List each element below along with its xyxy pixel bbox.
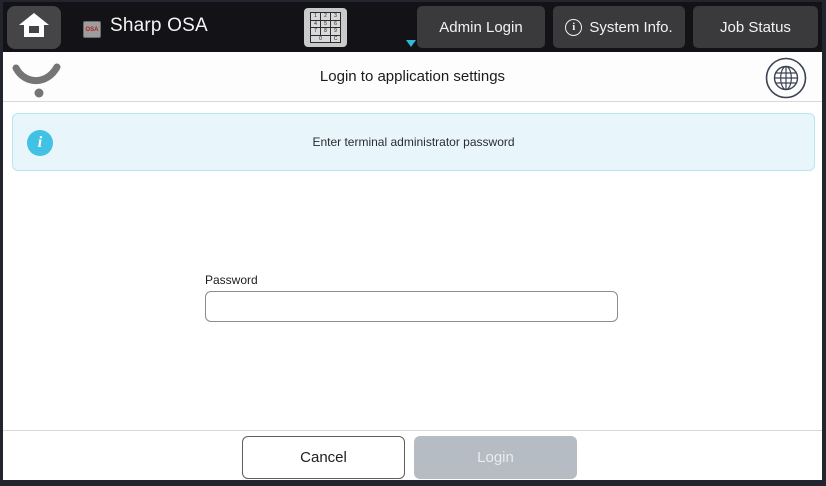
sharp-osa-app-icon: OSA bbox=[83, 21, 101, 38]
info-banner: i Enter terminal administrator password bbox=[12, 113, 815, 171]
keypad-key: 9 bbox=[331, 28, 340, 35]
info-icon: i bbox=[27, 130, 53, 156]
keypad-key: 3 bbox=[331, 13, 340, 20]
info-circle-icon: i bbox=[565, 19, 582, 36]
job-status-label: Job Status bbox=[720, 19, 791, 36]
keypad-key: C bbox=[331, 36, 340, 43]
keypad-key: 4 bbox=[311, 21, 320, 28]
page-title: Login to application settings bbox=[3, 68, 822, 85]
home-button[interactable] bbox=[7, 6, 61, 49]
job-status-button[interactable]: Job Status bbox=[693, 6, 818, 48]
footer-action-bar: Cancel Login bbox=[3, 430, 822, 480]
password-input[interactable] bbox=[205, 291, 618, 322]
numeric-keypad-icon[interactable]: 1 2 3 4 5 6 7 8 9 0 C bbox=[304, 8, 347, 47]
active-app-indicator-triangle bbox=[406, 40, 416, 47]
keypad-key: 6 bbox=[331, 21, 340, 28]
admin-login-button[interactable]: Admin Login bbox=[417, 6, 545, 48]
keypad-key: 1 bbox=[311, 13, 320, 20]
keypad-key: 5 bbox=[321, 21, 330, 28]
keypad-key: 2 bbox=[321, 13, 330, 20]
banner-message: Enter terminal administrator password bbox=[312, 135, 514, 149]
app-title: Sharp OSA bbox=[110, 15, 208, 37]
system-top-bar: OSA Sharp OSA 1 2 3 4 5 6 7 8 9 0 C Admi… bbox=[3, 2, 822, 52]
password-label: Password bbox=[205, 273, 618, 287]
login-button[interactable]: Login bbox=[414, 436, 577, 479]
app-header-bar: Login to application settings bbox=[3, 52, 822, 102]
language-globe-button[interactable] bbox=[765, 57, 807, 99]
keypad-grid: 1 2 3 4 5 6 7 8 9 0 C bbox=[310, 12, 341, 43]
device-screen: OSA Sharp OSA 1 2 3 4 5 6 7 8 9 0 C Admi… bbox=[0, 0, 826, 486]
keypad-key: 7 bbox=[311, 28, 320, 35]
keypad-key: 0 bbox=[311, 36, 330, 43]
password-field-group: Password bbox=[205, 273, 618, 322]
cancel-button[interactable]: Cancel bbox=[242, 436, 405, 479]
home-icon bbox=[18, 11, 50, 44]
system-info-label: System Info. bbox=[589, 19, 672, 36]
keypad-key: 8 bbox=[321, 28, 330, 35]
login-label: Login bbox=[477, 449, 514, 466]
cancel-label: Cancel bbox=[300, 449, 347, 466]
system-info-button[interactable]: i System Info. bbox=[553, 6, 685, 48]
admin-login-label: Admin Login bbox=[439, 19, 522, 36]
